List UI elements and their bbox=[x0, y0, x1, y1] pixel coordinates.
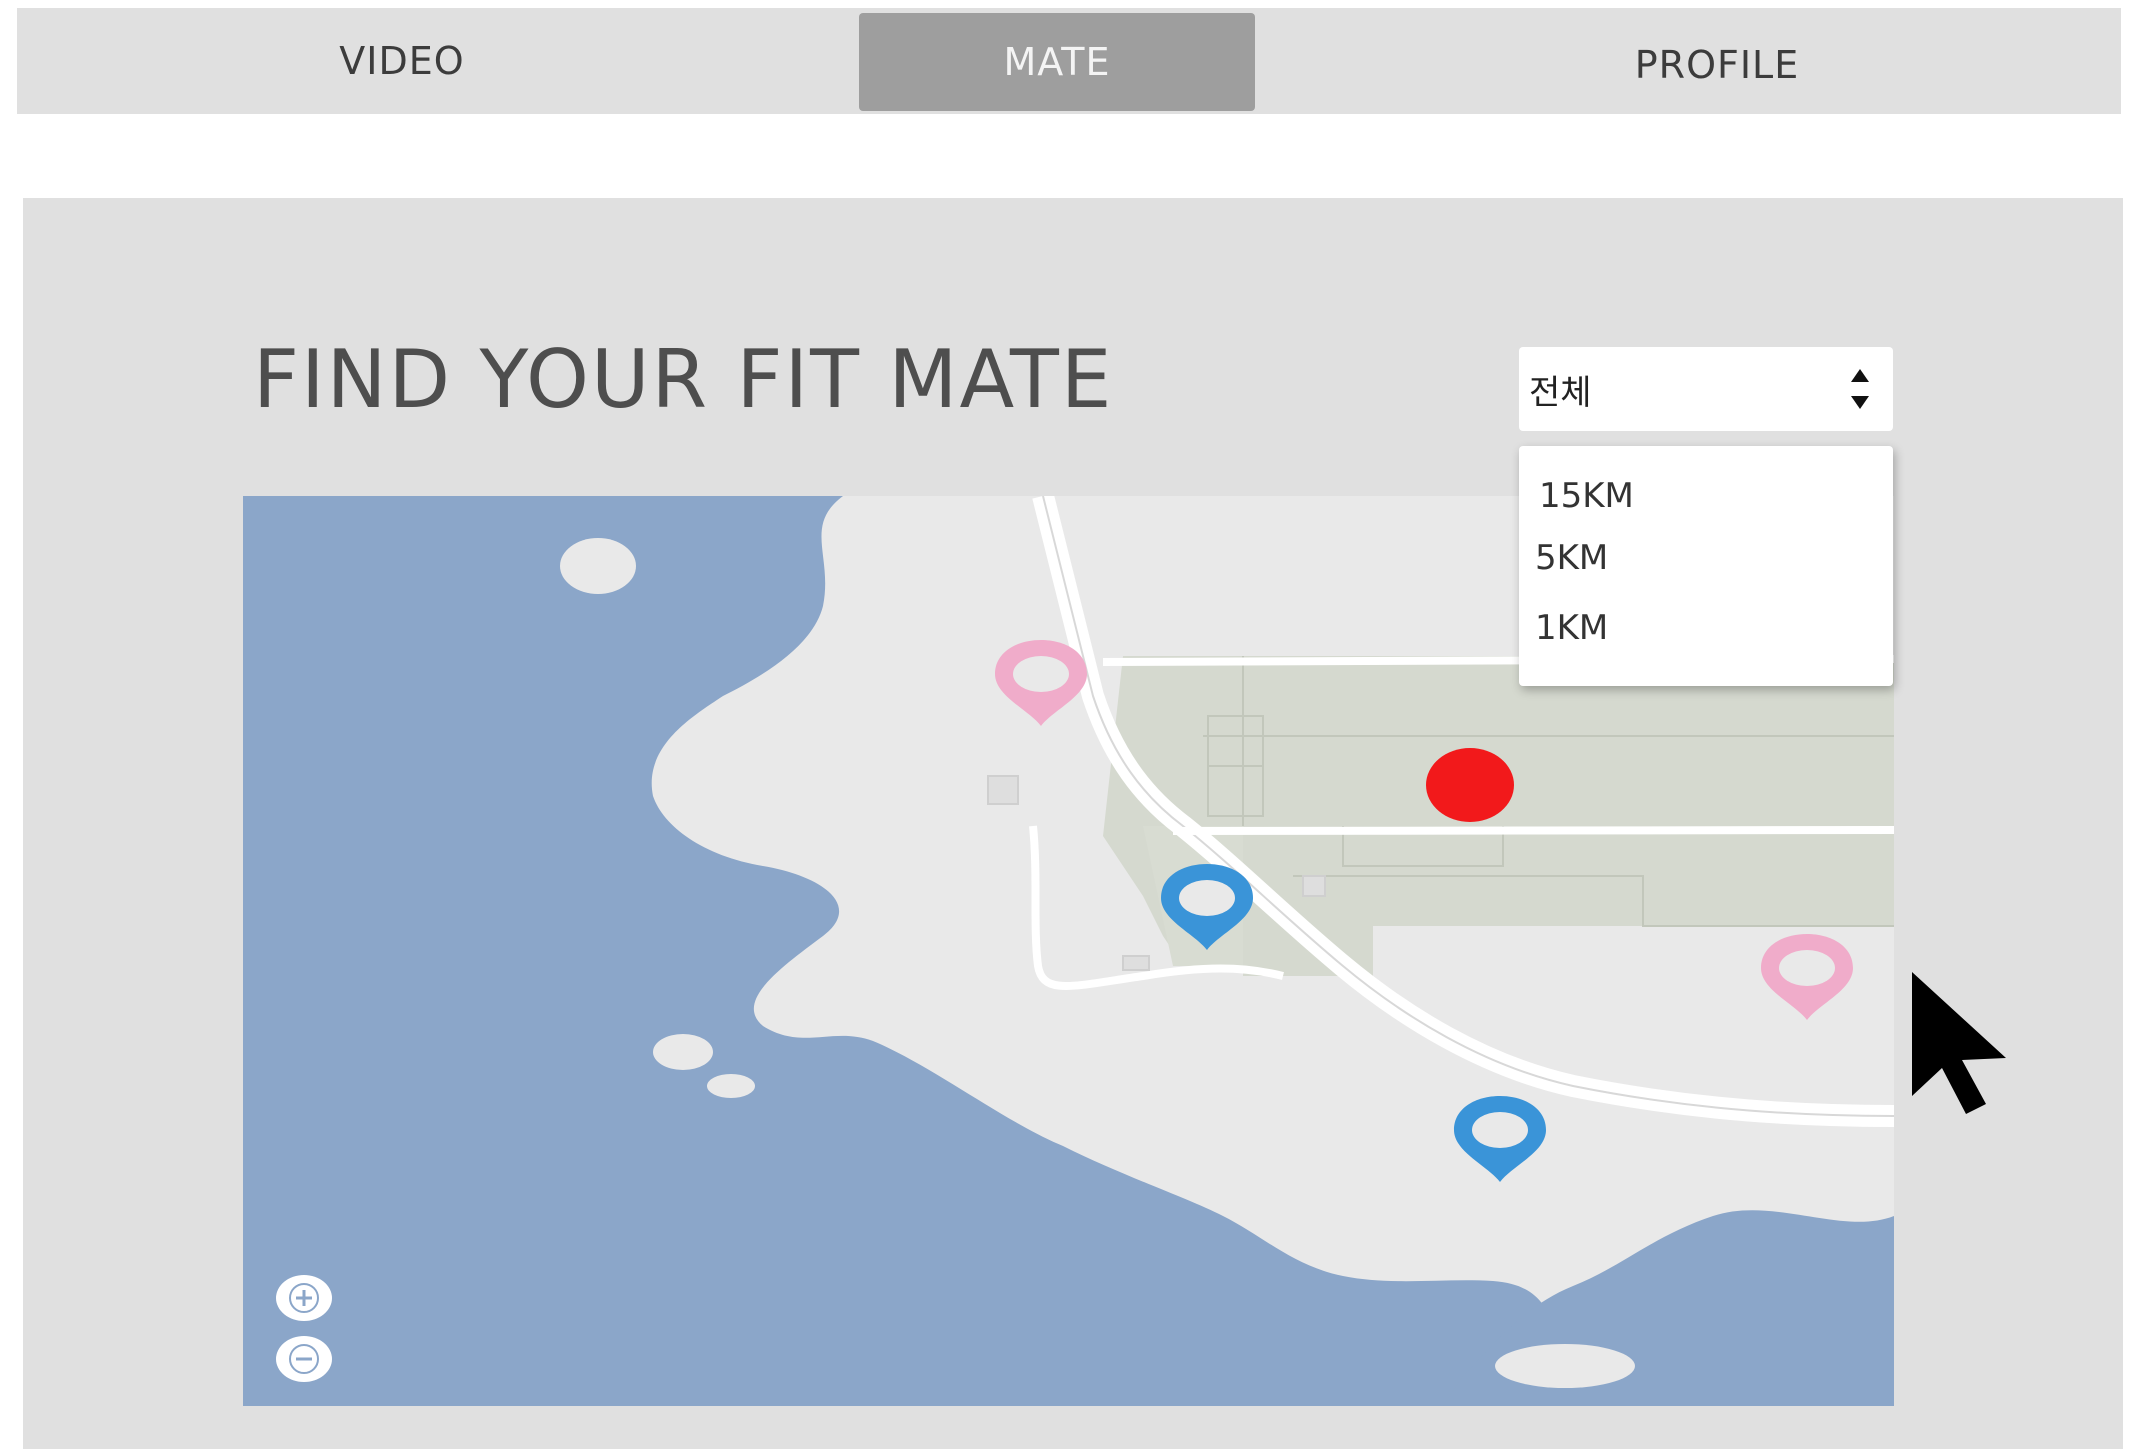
page-title: FIND YOUR FIT MATE bbox=[253, 333, 1114, 426]
zoom-out-icon bbox=[289, 1344, 319, 1374]
tab-profile[interactable]: PROFILE bbox=[1317, 12, 2117, 118]
dropdown-option-5km[interactable]: 5KM bbox=[1535, 538, 1608, 578]
map-pin-icon[interactable] bbox=[1755, 930, 1859, 1022]
zoom-in-button[interactable] bbox=[276, 1275, 332, 1321]
distance-dropdown: 15KM 5KM 1KM bbox=[1519, 446, 1893, 686]
zoom-out-button[interactable] bbox=[276, 1336, 332, 1382]
distance-select[interactable]: 전체 bbox=[1519, 347, 1893, 431]
distance-select-value: 전체 bbox=[1529, 373, 1592, 413]
zoom-in-icon bbox=[289, 1283, 319, 1313]
dropdown-option-1km[interactable]: 1KM bbox=[1535, 608, 1608, 648]
tab-video[interactable]: VIDEO bbox=[17, 8, 787, 114]
current-location-marker bbox=[1426, 748, 1514, 822]
select-arrows-icon bbox=[1851, 369, 1869, 409]
map-pin-icon[interactable] bbox=[989, 636, 1093, 728]
map-pin-icon[interactable] bbox=[1155, 860, 1259, 952]
top-nav: VIDEO MATE PROFILE bbox=[17, 8, 2121, 114]
dropdown-option-15km[interactable]: 15KM bbox=[1539, 476, 1634, 516]
mouse-cursor-icon bbox=[1912, 972, 2006, 1114]
tab-mate[interactable]: MATE bbox=[859, 13, 1255, 111]
page: VIDEO MATE PROFILE FIND YOUR FIT MATE 전체… bbox=[0, 0, 2136, 1449]
map-pin-icon[interactable] bbox=[1448, 1092, 1552, 1184]
